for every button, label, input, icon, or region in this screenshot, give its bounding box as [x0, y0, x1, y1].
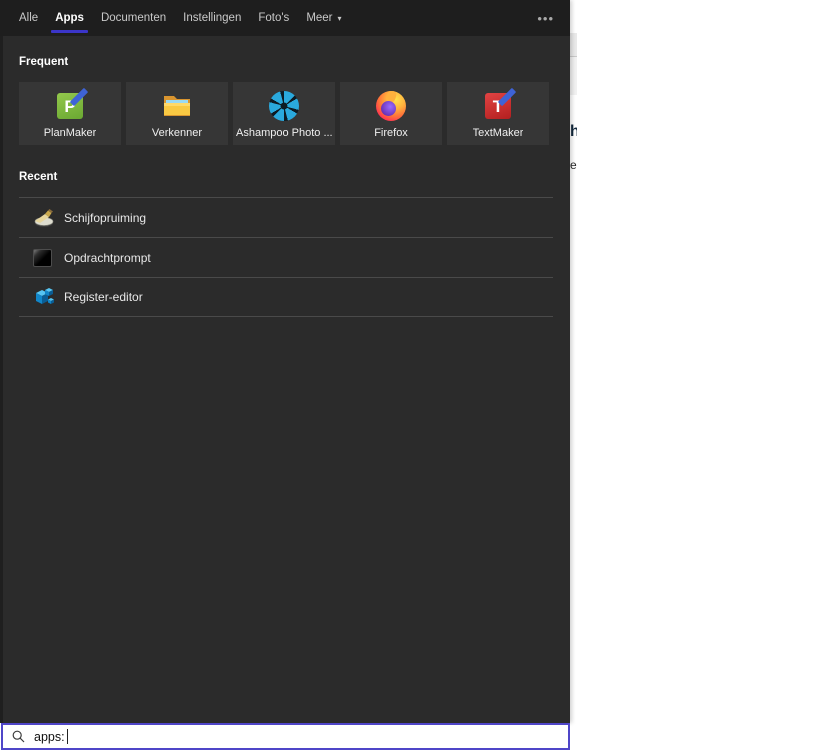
- tab-documenten[interactable]: Documenten: [101, 0, 166, 36]
- chevron-down-icon: ▾: [337, 13, 342, 23]
- file-explorer-icon: [161, 90, 193, 122]
- tile-firefox[interactable]: Firefox: [340, 82, 442, 145]
- frequent-tiles: P PlanMaker Verkenner Ashampoo Photo ...…: [19, 82, 549, 145]
- recent-item-label: Register-editor: [64, 290, 143, 304]
- search-input[interactable]: apps:: [1, 723, 570, 750]
- text-caret: [66, 729, 68, 744]
- recent-item-schijfopruiming[interactable]: Schijfopruiming: [19, 197, 553, 237]
- search-icon: [12, 730, 25, 743]
- search-flyout-panel: Alle Apps Documenten Instellingen Foto's…: [0, 0, 570, 723]
- tab-alle[interactable]: Alle: [19, 0, 38, 36]
- tab-meer-label: Meer: [306, 12, 333, 24]
- tile-label: Firefox: [374, 127, 408, 139]
- tile-label: Verkenner: [151, 127, 203, 139]
- overflow-menu-button[interactable]: •••: [537, 0, 554, 36]
- search-query-text: apps:: [34, 729, 65, 744]
- tile-label: Ashampoo Photo ...: [236, 127, 332, 139]
- recent-item-opdrachtprompt[interactable]: Opdrachtprompt: [19, 237, 553, 277]
- firefox-icon: [375, 90, 407, 122]
- tab-meer[interactable]: Meer ▾: [306, 0, 341, 36]
- tile-planmaker[interactable]: P PlanMaker: [19, 82, 121, 145]
- recent-list: Schijfopruiming Opdrachtprompt Register-…: [19, 197, 553, 317]
- tab-fotos[interactable]: Foto's: [258, 0, 289, 36]
- frequent-section-title: Frequent: [19, 56, 69, 68]
- background-window-edge: h e: [570, 0, 577, 750]
- recent-item-register-editor[interactable]: Register-editor: [19, 277, 553, 317]
- tile-textmaker[interactable]: T TextMaker: [447, 82, 549, 145]
- tile-label: PlanMaker: [43, 127, 97, 139]
- tab-instellingen[interactable]: Instellingen: [183, 0, 241, 36]
- background-text-fragment: h: [570, 123, 577, 140]
- command-prompt-icon: [33, 248, 55, 268]
- background-toolbar-fragment: [570, 57, 577, 95]
- registry-editor-icon: [33, 287, 55, 307]
- recent-section-title: Recent: [19, 171, 58, 183]
- background-ribbon-fragment: [570, 33, 577, 56]
- tile-ashampoo-photo[interactable]: Ashampoo Photo ...: [233, 82, 335, 145]
- disk-cleanup-icon: [33, 208, 55, 228]
- tile-verkenner[interactable]: Verkenner: [126, 82, 228, 145]
- tab-apps[interactable]: Apps: [51, 0, 88, 36]
- textmaker-icon: T: [482, 87, 517, 122]
- tile-label: TextMaker: [472, 127, 524, 139]
- recent-item-label: Schijfopruiming: [64, 210, 147, 225]
- search-filter-tabbar: Alle Apps Documenten Instellingen Foto's…: [0, 0, 570, 36]
- planmaker-icon: P: [54, 87, 89, 122]
- recent-item-label: Opdrachtprompt: [64, 250, 151, 265]
- background-text-fragment: e: [570, 158, 577, 172]
- aperture-icon: [268, 90, 300, 122]
